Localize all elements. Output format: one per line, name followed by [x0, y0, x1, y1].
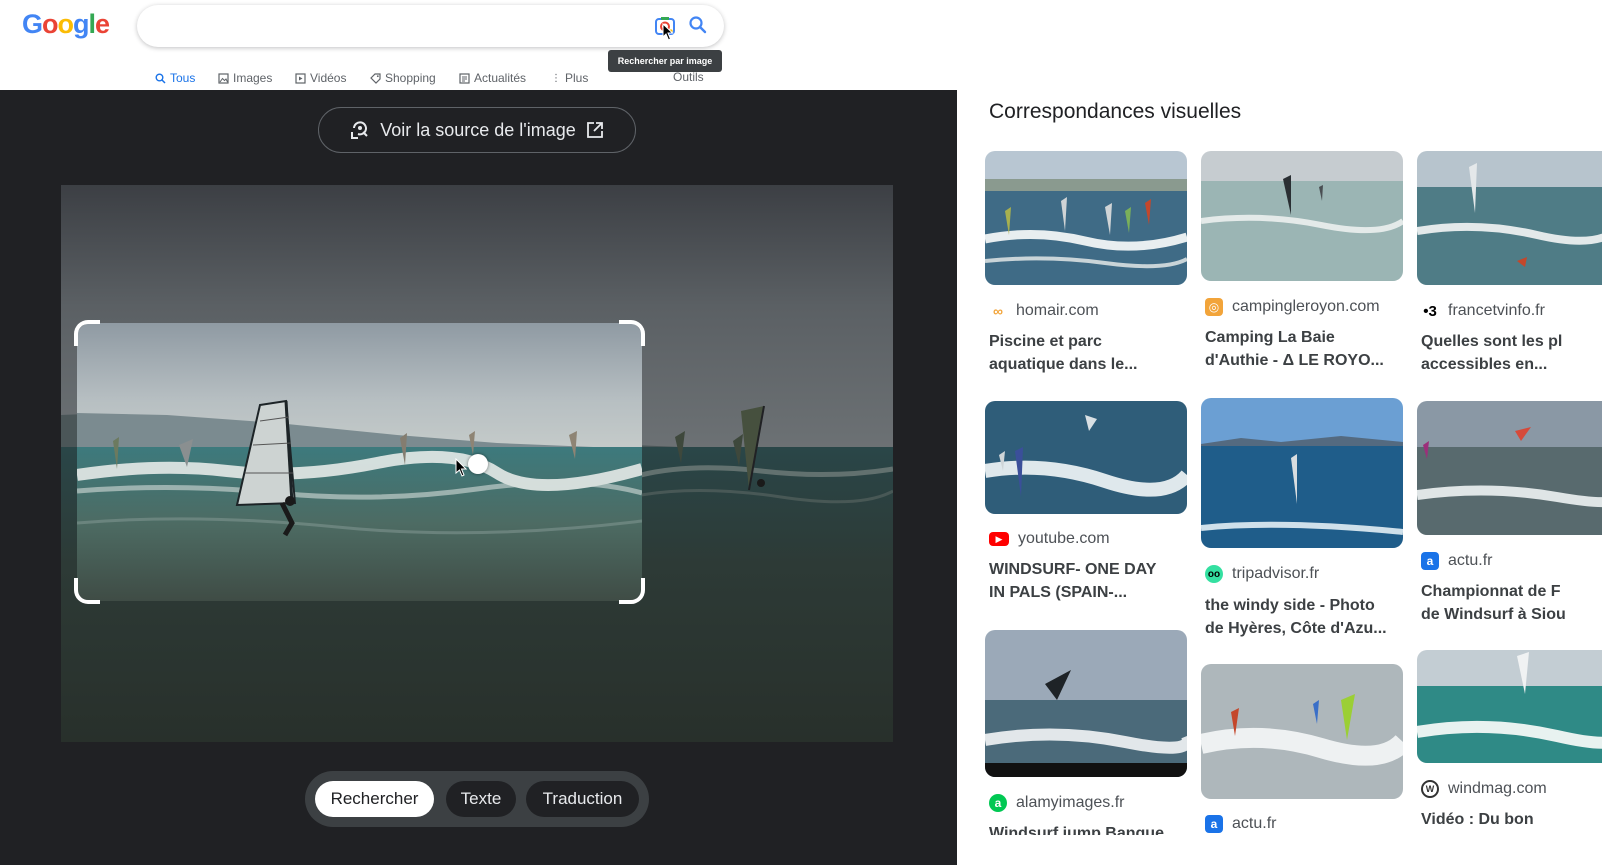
result-caption[interactable]: WINDSURF- ONE DAY IN PALS (SPAIN-... — [989, 558, 1189, 604]
result-thumbnail[interactable] — [1417, 151, 1602, 285]
tab-plus[interactable]: ⋮ Plus — [551, 70, 588, 86]
crop-handle-top-right[interactable] — [619, 320, 645, 346]
lens-search-icon — [351, 121, 368, 139]
result-thumbnail[interactable] — [985, 151, 1187, 285]
google-logo[interactable]: Google — [22, 9, 110, 40]
tooltip: Rechercher par image — [608, 50, 722, 72]
result-caption[interactable]: Piscine et parc aquatique dans le... — [989, 330, 1189, 376]
francetvinfo-favicon-icon: •3 — [1423, 302, 1437, 320]
campingleroyon-favicon-icon: ◎ — [1205, 298, 1223, 316]
search-icon — [689, 16, 707, 34]
alamy-favicon-icon: a — [989, 794, 1007, 812]
image-icon — [218, 72, 229, 84]
result-source[interactable]: •3 francetvinfo.fr — [1421, 302, 1545, 320]
youtube-favicon-icon: ▶ — [989, 532, 1009, 546]
homair-favicon-icon: ∞ — [993, 303, 1003, 319]
windmag-favicon-icon: W — [1421, 780, 1439, 798]
actu-favicon-icon: a — [1421, 552, 1439, 570]
result-caption[interactable]: Championnat de F de Windsurf à Siou — [1421, 580, 1601, 626]
mode-traduction[interactable]: Traduction — [526, 781, 639, 817]
crop-selection[interactable] — [74, 320, 645, 604]
mode-rechercher[interactable]: Rechercher — [315, 781, 434, 817]
result-source[interactable]: oo tripadvisor.fr — [1205, 565, 1319, 583]
result-source[interactable]: ▶ youtube.com — [989, 530, 1110, 548]
tab-images[interactable]: Images — [218, 70, 272, 86]
top-bar: Google — [0, 0, 1602, 72]
video-icon — [295, 72, 306, 84]
result-source[interactable]: a alamyimages.fr — [989, 794, 1124, 812]
result-thumbnail[interactable] — [1417, 650, 1602, 763]
result-thumbnail[interactable] — [1201, 398, 1403, 548]
crop-handle-bottom-right[interactable] — [619, 578, 645, 604]
result-thumbnail[interactable] — [985, 630, 1187, 777]
crop-handle-top-left[interactable] — [74, 320, 100, 346]
open-external-icon — [586, 122, 603, 138]
tab-actualites[interactable]: Actualités — [459, 70, 526, 86]
result-caption[interactable]: the windy side - Photo de Hyères, Côte d… — [1205, 594, 1405, 640]
result-source[interactable]: a actu.fr — [1205, 815, 1276, 833]
mouse-pointer-icon — [662, 23, 674, 41]
result-caption[interactable]: Quelles sont les pl accessibles en... — [1421, 330, 1601, 376]
search-submit-button[interactable] — [687, 14, 709, 36]
result-thumbnail[interactable] — [985, 401, 1187, 514]
result-source[interactable]: ◎ campingleroyon.com — [1205, 298, 1380, 316]
actu-favicon-icon: a — [1205, 815, 1223, 833]
result-source[interactable]: ∞ homair.com — [989, 302, 1099, 320]
tripadvisor-favicon-icon: oo — [1205, 565, 1223, 583]
lens-page: Google Rechercher par image Tous Images … — [0, 0, 1602, 865]
mouse-pointer-icon — [455, 458, 468, 477]
result-thumbnail[interactable] — [1201, 664, 1403, 799]
visual-matches-title: Correspondances visuelles — [989, 100, 1242, 123]
tools-button[interactable]: Outils — [673, 70, 704, 84]
result-thumbnail[interactable] — [1417, 401, 1602, 535]
panel-bottom-edge — [957, 835, 1602, 865]
search-input[interactable] — [155, 14, 635, 38]
search-icon — [155, 73, 166, 84]
mode-texte[interactable]: Texte — [446, 781, 516, 817]
result-source[interactable]: W windmag.com — [1421, 780, 1547, 798]
tag-icon — [370, 72, 381, 84]
tab-tous[interactable]: Tous — [155, 70, 195, 86]
view-image-source-button[interactable]: Voir la source de l'image — [318, 107, 636, 153]
search-box — [137, 5, 724, 47]
crop-handle-bottom-left[interactable] — [74, 578, 100, 604]
news-icon — [459, 72, 470, 84]
more-vert-icon: ⋮ — [551, 72, 561, 84]
lens-mode-switcher: Rechercher Texte Traduction — [305, 771, 649, 827]
result-source[interactable]: a actu.fr — [1421, 552, 1492, 570]
tab-videos[interactable]: Vidéos — [295, 70, 346, 86]
visual-match-dot[interactable] — [468, 454, 488, 474]
result-caption[interactable]: Vidéo : Du bon — [1421, 808, 1601, 831]
result-caption[interactable]: Camping La Baie d'Authie - Δ LE ROYO... — [1205, 326, 1405, 372]
selected-region — [77, 323, 642, 601]
result-thumbnail[interactable] — [1201, 151, 1403, 281]
tab-shopping[interactable]: Shopping — [370, 70, 436, 86]
